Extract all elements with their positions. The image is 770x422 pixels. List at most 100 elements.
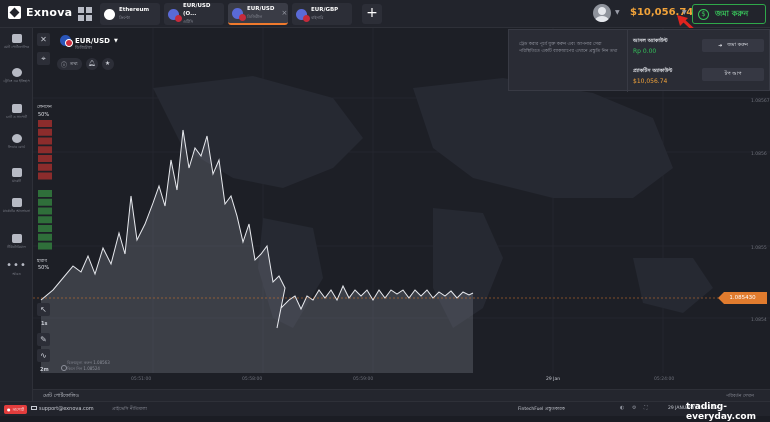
sentiment-buy-bar [38, 207, 52, 215]
cursor-icon[interactable]: ↖ [37, 303, 50, 316]
sentiment-buy-bar [38, 198, 52, 206]
chevron-down-icon[interactable]: ▼ [615, 9, 620, 16]
sidebar-item-analysis[interactable]: মার্কেটের আলোচনা [0, 198, 33, 213]
sentiment-top-pct: 50% [38, 112, 50, 118]
deposit-button[interactable]: $ জমা করুন [692, 4, 766, 24]
close-icon[interactable]: × [281, 9, 287, 17]
pair-type: ডিজিটাল [75, 46, 93, 51]
buy-price: কিনে নিন 1.08524 [67, 366, 100, 371]
news-ticker[interactable]: FintechFuel প্রস্তুতকারক [518, 406, 565, 413]
date-label: 29 Jan [546, 377, 561, 382]
tab-ethereum[interactable]: Ethereum ক্রিপ্টো [100, 3, 160, 25]
chart-actions: ⓘ তথ্য 🔔︎ ★ [57, 58, 114, 70]
bid-ask-info: বিক্রয়মূল্য করুন 1.08563 কিনে নিন 1.085… [67, 360, 110, 372]
tab-sub: বাইনারি [311, 15, 324, 20]
sidebar-item-chat[interactable]: চ্যাট ও সাপোর্ট [0, 104, 33, 119]
close-icon[interactable]: ✕ [37, 33, 50, 46]
eurusd-flag-icon [60, 35, 73, 47]
real-deposit-label: জমা করুন [727, 41, 748, 48]
eurusd-flag-icon [232, 7, 246, 21]
info-label: তথ্য [70, 61, 78, 67]
sentiment-indicator [38, 120, 52, 250]
sentiment-sell-bar [38, 155, 52, 162]
sidebar-item-label: চ্যাট ও সাপোর্ট [6, 115, 27, 119]
pencil-icon[interactable]: ✎ [37, 333, 50, 346]
portfolio-bar[interactable]: মোট পোর্টফোলিও পরিবর্তন দেখান [33, 389, 770, 401]
tab-eurusd[interactable]: EUR/USD ডিজিটাল × [228, 3, 288, 25]
real-account-name: আসল অ্যাকাউন্ট [633, 38, 668, 44]
portfolio-label: মোট পোর্টফোলিও [43, 393, 80, 399]
tab-sub: ওটিসি [183, 19, 194, 24]
pin-icon[interactable]: ⌖ [37, 52, 50, 65]
more-icon: ••• [6, 260, 27, 271]
real-deposit-button[interactable]: ➜ জমা করুন [702, 39, 764, 52]
sidebar-item-market[interactable]: মার্কেট [0, 168, 33, 183]
chat-icon: ● [7, 407, 11, 412]
sentiment-bottom-label: হারাব [37, 259, 47, 264]
logo[interactable]: Exnova [8, 6, 72, 19]
sentiment-buy-bar [38, 190, 52, 197]
live-support-button[interactable]: ● সাপোর্ট [4, 405, 27, 414]
top-bar: Exnova Ethereum ক্রিপ্টো EUR/USD (O... ও… [0, 0, 770, 28]
tab-name: EUR/USD [247, 6, 275, 12]
sidebar-item-label: মার্কেট [12, 179, 21, 183]
support-email[interactable]: support@exnova.com [31, 406, 94, 412]
live-support-label: সাপোর্ট [12, 407, 24, 412]
pair-name: EUR/USD [75, 36, 110, 45]
sentiment-sell-bar [38, 172, 52, 180]
star-icon[interactable]: ★ [101, 58, 114, 70]
sidebar-item-more[interactable]: ••• আরও [0, 260, 33, 277]
info-button[interactable]: ⓘ তথ্য [57, 58, 82, 70]
footer-links[interactable]: প্রাইভেসি নীতিমালা [112, 406, 147, 413]
sidebar-item-portfolio[interactable]: মোট পোর্টফোলিও [0, 34, 33, 49]
sidebar-item-label: মোট পোর্টফোলিও [3, 45, 30, 49]
history-icon [11, 68, 22, 77]
practice-account[interactable]: প্র্যাকটিস অ্যাকাউন্ট $10,056.74 [633, 68, 672, 85]
portfolio-icon [11, 34, 22, 43]
practice-topup-button[interactable]: টপ আপ [702, 68, 764, 81]
info-icon: ⓘ [61, 61, 68, 69]
sentiment-sell-bar [38, 137, 52, 145]
avatar[interactable] [593, 4, 611, 22]
eurusd-flag-icon [168, 8, 182, 22]
practice-account-name: প্র্যাকটিস অ্যাকাউন্ট [633, 68, 673, 74]
sentiment-buy-bar [38, 242, 52, 250]
add-tab-button[interactable]: + [362, 4, 382, 24]
bell-icon[interactable]: 🔔︎ [85, 58, 98, 70]
tab-sub: ডিজিটাল [247, 14, 263, 19]
eurgbp-flag-icon [296, 8, 310, 22]
sentiment-buy-bar [38, 225, 52, 232]
y-tick: 1.08567 [751, 99, 770, 104]
tab-eurgbp[interactable]: EUR/GBP বাইনারি [292, 3, 352, 25]
sidebar-item-leaderboard[interactable]: লিডার বোর্ড [0, 134, 33, 149]
footer: ● সাপোর্ট support@exnova.com প্রাইভেসি ন… [0, 401, 770, 416]
exnova-logo-icon [8, 6, 21, 19]
tab-eurusd-otc[interactable]: EUR/USD (O... ওটিসি [164, 3, 224, 25]
indicator-icon[interactable]: ∿ [37, 349, 50, 362]
asset-grid-button[interactable] [76, 5, 94, 23]
footer-settings-icons[interactable]: ◐ ⚙ ⛶ [620, 405, 651, 411]
sidebar-item-label: মার্কেটের আলোচনা [2, 209, 31, 213]
app-name: Exnova [26, 6, 73, 19]
sidebar: মোট পোর্টফোলিও ট্রেডিং এর ইতিহাস চ্যাট ও… [0, 28, 33, 401]
support-email-text: support@exnova.com [39, 406, 94, 412]
sentiment-buy-bar [38, 216, 52, 224]
timeframe-2m[interactable]: 2m [40, 367, 49, 373]
leaderboard-icon [11, 134, 22, 143]
sidebar-item-label: টিউটোরিয়াল [7, 245, 26, 249]
arrow-right-icon: ➜ [718, 42, 723, 49]
sidebar-item-education[interactable]: টিউটোরিয়াল [0, 234, 33, 249]
real-account[interactable]: আসল অ্যাকাউন্ট Rp 0.00 [633, 38, 668, 55]
sidebar-item-history[interactable]: ট্রেডিং এর ইতিহাস [0, 68, 33, 83]
analysis-icon [11, 198, 22, 207]
y-tick: 1.0854 [751, 318, 767, 323]
portfolio-toggle[interactable]: পরিবর্তন দেখান [726, 393, 754, 400]
sidebar-item-label: লিডার বোর্ড [7, 145, 26, 149]
timeframe-1s[interactable]: 1s [41, 321, 47, 327]
time-label: 05:51:00 [131, 377, 152, 382]
divider [627, 30, 628, 92]
market-icon [11, 168, 22, 177]
sentiment-sell-bar [38, 128, 52, 136]
sentiment-buy-bar [38, 233, 52, 241]
time-label: 05:58:00 [242, 377, 263, 382]
